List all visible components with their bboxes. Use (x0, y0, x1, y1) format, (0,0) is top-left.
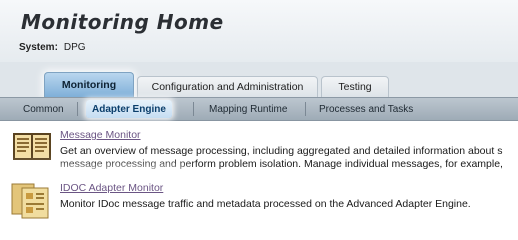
subtab-separator (77, 102, 78, 116)
idoc-adapter-monitor-link[interactable]: IDOC Adapter Monitor (60, 182, 163, 194)
list-item: Message Monitor Get an overview of messa… (0, 126, 518, 172)
message-monitor-description-line2: message processing and perform problem i… (60, 158, 503, 170)
main-tabstrip: Monitoring Configuration and Administrat… (0, 62, 518, 97)
tab-testing[interactable]: Testing (321, 76, 389, 97)
subtab-mapping-runtime[interactable]: Mapping Runtime (209, 98, 287, 120)
system-info: System: DPG (19, 42, 86, 53)
system-label: System: (19, 42, 58, 53)
subtab-processes-and-tasks[interactable]: Processes and Tasks (319, 98, 413, 120)
page-title: Monitoring Home (21, 10, 224, 34)
tab-configuration-and-administration[interactable]: Configuration and Administration (137, 76, 318, 97)
sub-navigation-bar: Common Adapter Engine Mapping Runtime Pr… (0, 97, 518, 121)
subtab-separator (305, 102, 306, 116)
list-item: IDOC Adapter Monitor Monitor IDoc messag… (0, 178, 518, 224)
system-value: DPG (63, 42, 86, 53)
idoc-adapter-monitor-description: Monitor IDoc message traffic and metadat… (60, 198, 471, 210)
message-monitor-icon[interactable] (12, 130, 52, 162)
tab-monitoring[interactable]: Monitoring (44, 72, 134, 97)
subtab-common[interactable]: Common (23, 98, 64, 120)
subtab-separator (193, 102, 194, 116)
idoc-adapter-monitor-icon[interactable] (10, 180, 52, 220)
message-monitor-description-line1: Get an overview of message processing, i… (60, 145, 503, 157)
page-header: Monitoring Home System: DPG (0, 0, 518, 63)
message-monitor-link[interactable]: Message Monitor (60, 129, 141, 141)
subtab-adapter-engine[interactable]: Adapter Engine (86, 100, 172, 118)
